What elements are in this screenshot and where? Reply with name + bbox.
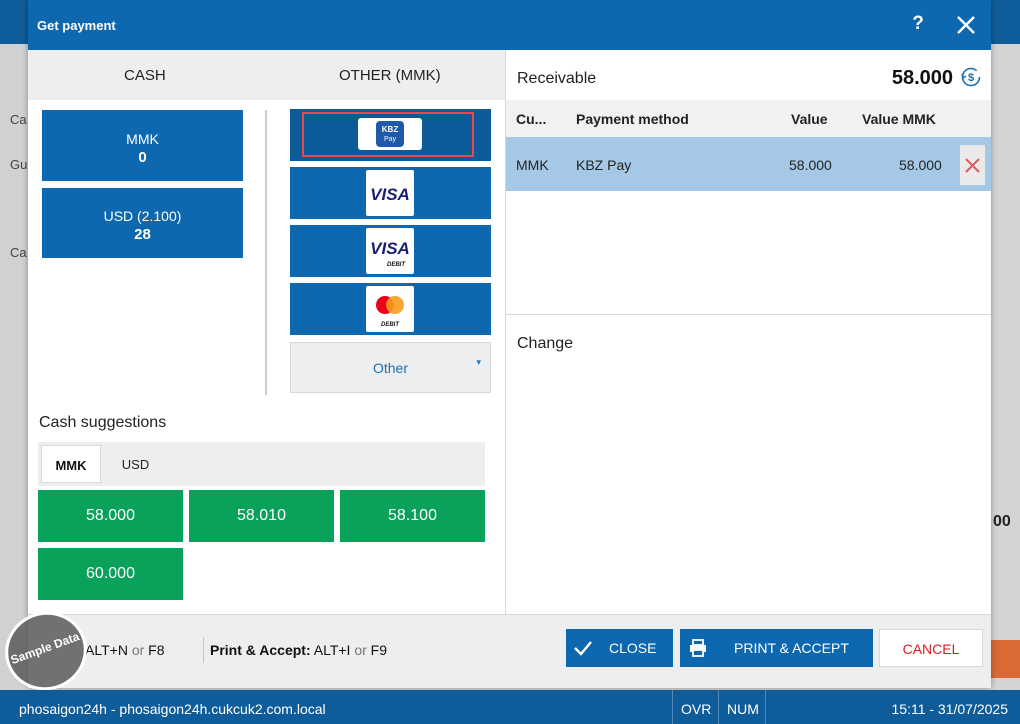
kbz-pay-button[interactable]: KBZ Pay bbox=[290, 109, 491, 161]
shortcut-fkey: F9 bbox=[370, 642, 388, 658]
receivable-value: 58.000 bbox=[891, 67, 953, 89]
shortcut-or: or bbox=[354, 642, 367, 658]
cash-mmk-button[interactable]: MMK 0 bbox=[42, 110, 243, 181]
cell-value-mmk: 58.000 bbox=[899, 157, 942, 173]
cash-usd-button[interactable]: USD (2.100) 28 bbox=[42, 188, 243, 258]
pane-divider bbox=[265, 110, 267, 395]
printer-icon bbox=[690, 639, 706, 657]
close-button[interactable]: CLOSE bbox=[566, 629, 673, 667]
cancel-button[interactable]: CANCEL bbox=[879, 629, 983, 667]
cell-value: 58.000 bbox=[789, 157, 832, 173]
cash-currency-label: MMK bbox=[126, 131, 159, 147]
svg-text:$: $ bbox=[968, 72, 974, 84]
print-shortcut-hint: Print & Accept: ALT+I or F9 bbox=[210, 642, 387, 658]
cash-amount: 28 bbox=[134, 226, 151, 243]
visa-debit-icon: VISA DEBIT bbox=[370, 239, 410, 268]
suggestion-amount-button[interactable]: 58.000 bbox=[38, 490, 183, 542]
tab-mmk[interactable]: MMK bbox=[41, 445, 101, 483]
shortcut-or: or bbox=[131, 642, 145, 658]
background-label: 00 bbox=[993, 513, 1011, 530]
background-sidebar bbox=[0, 44, 28, 690]
datetime: 15:11 - 31/07/2025 bbox=[891, 701, 1008, 717]
kbz-pay-logo: KBZ Pay bbox=[358, 118, 422, 150]
currency-exchange-icon[interactable]: $ bbox=[960, 66, 982, 88]
visa-debit-logo: VISA DEBIT bbox=[366, 228, 414, 274]
visa-icon: VISA bbox=[370, 185, 410, 204]
checkmark-icon bbox=[574, 641, 592, 656]
shortcut-keys: ALT+N bbox=[85, 642, 128, 658]
suggestion-amount-button[interactable]: 58.100 bbox=[340, 490, 485, 542]
other-method-label: Other bbox=[372, 360, 408, 376]
background-label: Gu bbox=[10, 157, 28, 172]
delete-row-button[interactable] bbox=[960, 145, 985, 185]
other-method-dropdown[interactable]: Other ▾ bbox=[290, 342, 491, 393]
tab-cash[interactable]: CASH bbox=[124, 67, 166, 84]
cell-payment-method: KBZ Pay bbox=[576, 157, 632, 173]
close-icon bbox=[965, 158, 980, 173]
close-button-label: CLOSE bbox=[609, 640, 657, 656]
host-name: phosaigon24h - phosaigon24h.cukcuk2.com.… bbox=[19, 701, 326, 717]
close-icon[interactable] bbox=[953, 11, 979, 39]
table-row[interactable]: MMK KBZ Pay 58.000 58.000 bbox=[506, 137, 991, 191]
visa-debit-button[interactable]: VISA DEBIT bbox=[290, 225, 491, 277]
mastercard-debit-button[interactable]: DEBIT bbox=[290, 283, 491, 335]
cash-amount: 0 bbox=[138, 149, 147, 166]
chevron-down-icon: ▾ bbox=[476, 357, 481, 367]
visa-button[interactable]: VISA bbox=[290, 167, 491, 219]
kbz-logo-text: KBZ bbox=[382, 125, 399, 134]
dialog-header: Get payment ? bbox=[28, 0, 991, 50]
num-indicator: NUM bbox=[718, 690, 767, 724]
shortcut-fkey: F8 bbox=[148, 642, 165, 658]
shortcut-keys: ALT+I bbox=[313, 642, 351, 658]
mastercard-icon: DEBIT bbox=[376, 296, 404, 328]
column-header: Cu... bbox=[516, 111, 547, 127]
payments-table-header: Cu... Payment method Value Value MMK bbox=[506, 100, 991, 137]
status-divider bbox=[765, 690, 766, 724]
background-label: Ca bbox=[10, 112, 27, 127]
background-label: Ca bbox=[10, 245, 27, 260]
close-shortcut-hint: ALT+N or F8 bbox=[85, 642, 165, 658]
mastercard-debit-logo: DEBIT bbox=[366, 286, 414, 332]
payment-summary-pane: Receivable 58.000 $ Cu... Payment method… bbox=[505, 50, 991, 614]
section-divider bbox=[506, 314, 991, 315]
tab-other-mmk[interactable]: OTHER (MMK) bbox=[339, 67, 441, 84]
visa-logo: VISA bbox=[366, 170, 414, 216]
visa-logo-text: VISA bbox=[370, 239, 410, 258]
ovr-indicator: OVR bbox=[672, 690, 719, 724]
print-accept-label: PRINT & ACCEPT bbox=[734, 640, 849, 656]
get-payment-dialog: Get payment ? CASH OTHER (MMK) MMK 0 USD… bbox=[28, 0, 991, 688]
visa-logo-text: VISA bbox=[370, 185, 410, 204]
debit-text: DEBIT bbox=[387, 262, 406, 268]
status-bar: phosaigon24h - phosaigon24h.cukcuk2.com.… bbox=[0, 690, 1020, 724]
dialog-title: Get payment bbox=[37, 18, 116, 33]
tab-usd[interactable]: USD bbox=[108, 445, 163, 483]
cell-currency: MMK bbox=[516, 157, 549, 173]
shortcut-label: Print & Accept: bbox=[210, 642, 311, 658]
suggestion-currency-tabs: MMK USD bbox=[38, 442, 485, 486]
column-header: Value MMK bbox=[862, 111, 936, 127]
suggestion-amount-button[interactable]: 60.000 bbox=[38, 548, 183, 600]
suggestion-amount-button[interactable]: 58.010 bbox=[189, 490, 334, 542]
column-header: Payment method bbox=[576, 111, 689, 127]
receivable-label: Receivable bbox=[517, 70, 597, 87]
column-header: Value bbox=[791, 111, 828, 127]
cash-suggestions-title: Cash suggestions bbox=[39, 414, 167, 431]
help-icon[interactable]: ? bbox=[908, 13, 928, 37]
payment-methods-pane: CASH OTHER (MMK) MMK 0 USD (2.100) 28 KB… bbox=[28, 50, 505, 614]
print-accept-button[interactable]: PRINT & ACCEPT bbox=[680, 629, 873, 667]
footer-divider bbox=[203, 637, 204, 663]
debit-text: DEBIT bbox=[381, 322, 400, 328]
background-right-panel bbox=[990, 44, 1020, 690]
dialog-footer: ALT+N or F8 Print & Accept: ALT+I or F9 … bbox=[28, 614, 991, 688]
change-label: Change bbox=[517, 335, 574, 352]
payment-tabs: CASH OTHER (MMK) bbox=[28, 50, 505, 100]
kbz-pay-icon: KBZ Pay bbox=[376, 121, 404, 147]
kbz-logo-text: Pay bbox=[384, 136, 397, 143]
cash-currency-label: USD (2.100) bbox=[103, 208, 182, 224]
